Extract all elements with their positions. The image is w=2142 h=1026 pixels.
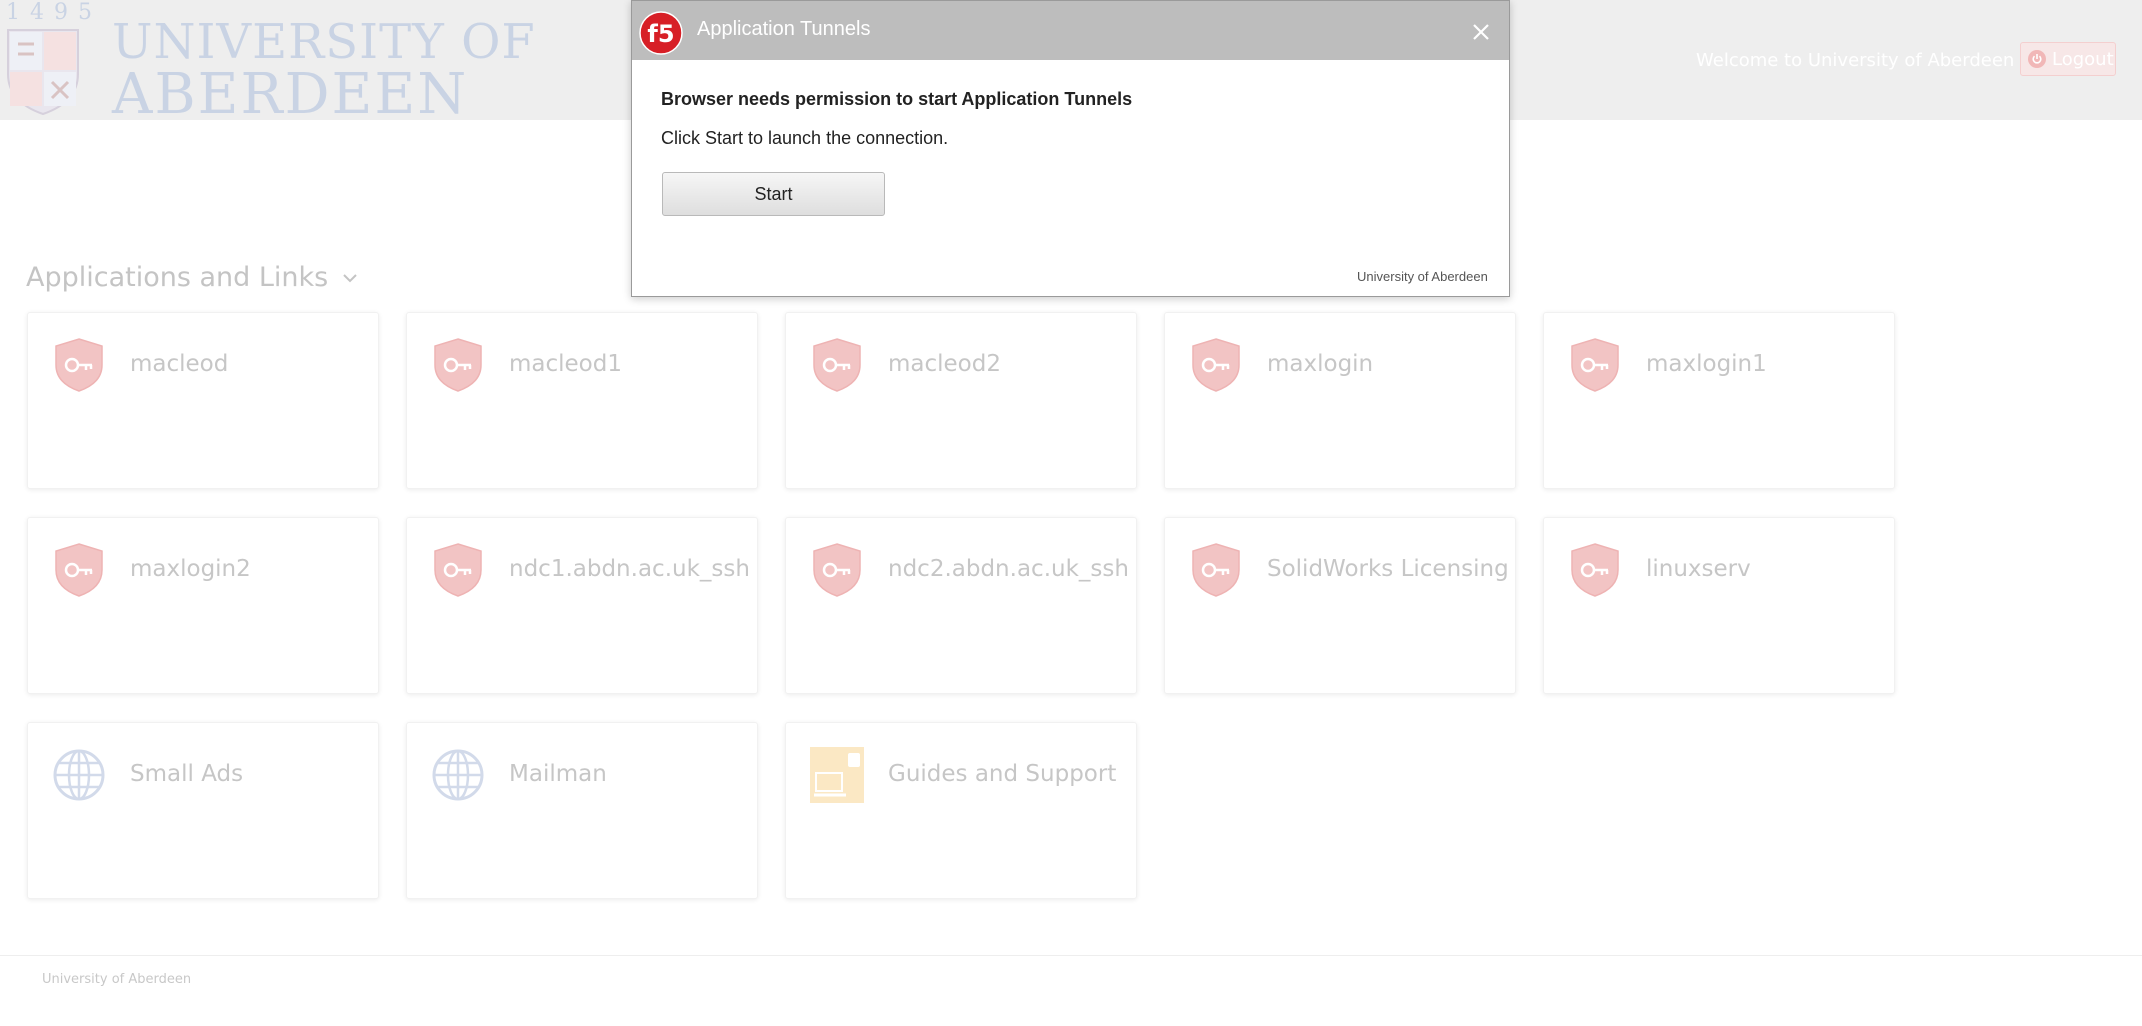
app-tile-linuxserv[interactable]: linuxserv — [1543, 517, 1895, 694]
key-shield-icon — [434, 543, 482, 597]
start-button[interactable]: Start — [662, 172, 885, 216]
app-tile-maxlogin2[interactable]: maxlogin2 — [27, 517, 379, 694]
app-tile-label: Small Ads — [130, 761, 244, 787]
key-shield-icon — [1571, 338, 1619, 392]
key-shield-icon — [813, 543, 861, 597]
logo-text-line2: ABERDEEN — [112, 62, 469, 127]
key-shield-icon — [1192, 338, 1240, 392]
welcome-text: Welcome to University of Aberdeen — [1696, 50, 2015, 71]
app-tile-label: linuxserv — [1646, 556, 1751, 582]
app-tile-label: Guides and Support — [888, 761, 1117, 787]
logo-year: 1495 — [6, 0, 102, 25]
app-tile-ndc2-ssh[interactable]: ndc2.abdn.ac.uk_ssh — [785, 517, 1137, 694]
app-tile-maxlogin1[interactable]: maxlogin1 — [1543, 312, 1895, 489]
app-tile-small-ads[interactable]: Small Ads — [27, 722, 379, 899]
app-tile-ndc1-ssh[interactable]: ndc1.abdn.ac.uk_ssh — [406, 517, 758, 694]
key-shield-icon — [55, 338, 103, 392]
logout-button[interactable]: Logout — [2020, 42, 2116, 76]
section-title: Applications and Links — [26, 262, 329, 293]
key-shield-icon — [1192, 543, 1240, 597]
globe-icon — [432, 749, 484, 801]
f5-logo-icon: f5 — [639, 11, 683, 55]
app-tile-label: SolidWorks Licensing — [1267, 556, 1509, 582]
app-tile-macleod2[interactable]: macleod2 — [785, 312, 1137, 489]
app-tile-label: ndc1.abdn.ac.uk_ssh — [509, 556, 750, 582]
key-shield-icon — [1571, 543, 1619, 597]
app-tile-label: maxlogin — [1267, 351, 1374, 377]
app-tile-label: ndc2.abdn.ac.uk_ssh — [888, 556, 1129, 582]
university-logo[interactable]: 1495 UNIVERSITY OF ABERDEEN — [0, 0, 535, 127]
app-tile-label: macleod2 — [888, 351, 1001, 377]
app-tile-macleod1[interactable]: macleod1 — [406, 312, 758, 489]
footer-text: University of Aberdeen — [42, 972, 192, 987]
app-tile-macleod[interactable]: macleod — [27, 312, 379, 489]
dialog-title: Application Tunnels — [697, 18, 871, 40]
dialog-title-bar: f5 Application Tunnels — [632, 1, 1509, 60]
app-tile-mailman[interactable]: Mailman — [406, 722, 758, 899]
dialog-heading: Browser needs permission to start Applic… — [661, 89, 1133, 109]
logout-label: Logout — [2052, 48, 2114, 70]
chevron-down-icon — [343, 273, 357, 282]
app-tile-label: macleod1 — [509, 351, 622, 377]
crest-icon — [7, 29, 79, 116]
app-tile-guides-and-support[interactable]: Guides and Support — [785, 722, 1137, 899]
svg-text:f5: f5 — [647, 20, 674, 48]
guide-icon — [810, 747, 864, 803]
dialog-message: Click Start to launch the connection. — [661, 128, 949, 148]
app-tile-solidworks-licensing[interactable]: SolidWorks Licensing — [1164, 517, 1516, 694]
footer-divider — [0, 955, 2142, 956]
applications-section-toggle[interactable]: Applications and Links — [26, 262, 358, 293]
key-shield-icon — [55, 543, 103, 597]
globe-icon — [53, 749, 105, 801]
close-icon[interactable] — [1470, 21, 1492, 43]
app-tile-label: maxlogin2 — [130, 556, 251, 582]
application-tunnels-dialog: f5 Application Tunnels Browser needs per… — [631, 0, 1510, 297]
app-tile-maxlogin[interactable]: maxlogin — [1164, 312, 1516, 489]
dialog-footer-text: University of Aberdeen — [1357, 269, 1488, 284]
key-shield-icon — [813, 338, 861, 392]
key-shield-icon — [434, 338, 482, 392]
power-icon — [2028, 50, 2046, 68]
app-tile-label: macleod — [130, 351, 229, 377]
app-tile-label: Mailman — [509, 761, 607, 787]
app-tile-label: maxlogin1 — [1646, 351, 1767, 377]
